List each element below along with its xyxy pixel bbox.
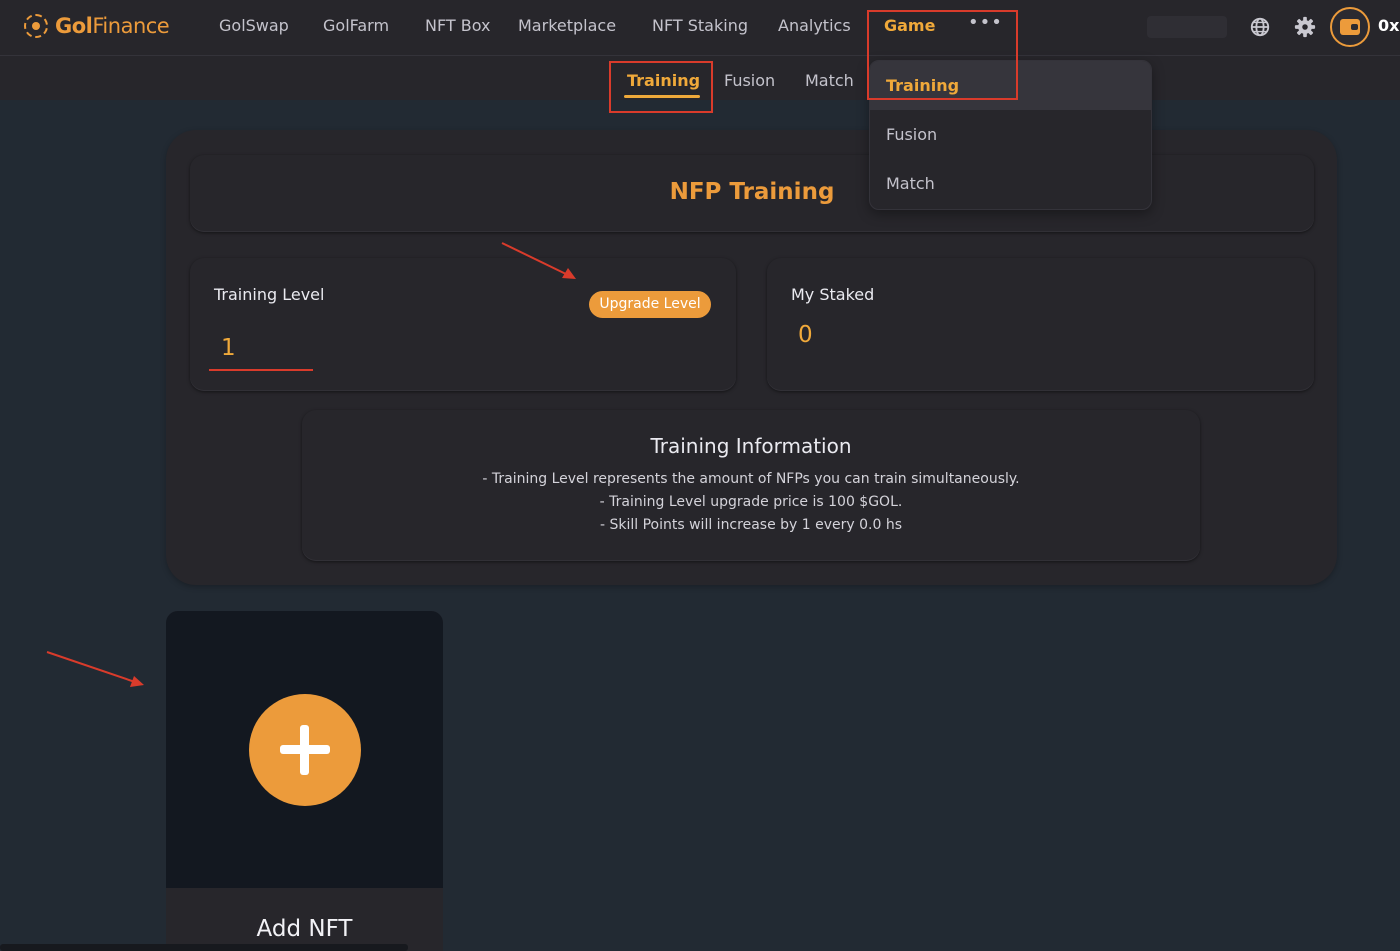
my-staked-value: 0 bbox=[798, 322, 813, 348]
brand-name: GolFinance bbox=[55, 14, 170, 38]
annotation-box-game-menu bbox=[867, 10, 1018, 100]
my-staked-card: My Staked 0 bbox=[767, 258, 1314, 391]
horizontal-scrollbar[interactable] bbox=[0, 944, 408, 951]
nav-item-analytics[interactable]: Analytics bbox=[778, 16, 851, 35]
upgrade-level-button[interactable]: Upgrade Level bbox=[589, 291, 711, 318]
gear-icon[interactable] bbox=[1294, 16, 1316, 38]
training-info-card: Training Information - Training Level re… bbox=[302, 410, 1200, 561]
tab-fusion[interactable]: Fusion bbox=[724, 71, 775, 90]
nav-item-golswap[interactable]: GolSwap bbox=[219, 16, 289, 35]
wallet-address[interactable]: 0x bbox=[1378, 16, 1399, 35]
logo[interactable]: GolFinance bbox=[24, 14, 170, 38]
annotation-box-training-tab bbox=[609, 61, 713, 113]
tab-match[interactable]: Match bbox=[805, 71, 854, 90]
add-nft-label: Add NFT bbox=[256, 916, 353, 942]
training-level-label: Training Level bbox=[214, 285, 325, 304]
annotation-arrow-add-nft bbox=[46, 651, 144, 687]
nav-item-golfarm[interactable]: GolFarm bbox=[323, 16, 389, 35]
info-line: - Skill Points will increase by 1 every … bbox=[599, 517, 902, 533]
info-line: - Training Level represents the amount o… bbox=[482, 471, 1020, 487]
training-level-value: 1 bbox=[221, 335, 236, 361]
my-staked-label: My Staked bbox=[791, 285, 875, 304]
add-nft-card[interactable]: Add NFT bbox=[166, 611, 443, 951]
wallet-icon bbox=[1340, 19, 1360, 35]
globe-icon[interactable] bbox=[1249, 16, 1271, 38]
wallet-button[interactable] bbox=[1330, 7, 1370, 47]
annotation-underline-level bbox=[209, 369, 313, 371]
logo-icon bbox=[24, 14, 48, 38]
dropdown-item-fusion[interactable]: Fusion bbox=[870, 110, 1151, 159]
plus-icon[interactable] bbox=[249, 694, 361, 806]
training-level-card: Training Level 1 Upgrade Level bbox=[190, 258, 736, 391]
nav-item-nft-staking[interactable]: NFT Staking bbox=[652, 16, 748, 35]
nav-item-nft-box[interactable]: NFT Box bbox=[425, 16, 491, 35]
dropdown-item-match[interactable]: Match bbox=[870, 159, 1151, 208]
info-line: - Training Level upgrade price is 100 $G… bbox=[599, 494, 903, 510]
training-info-title: Training Information bbox=[650, 434, 852, 458]
top-navbar: GolFinance GolSwap GolFarm NFT Box Marke… bbox=[0, 0, 1400, 56]
add-nft-area bbox=[166, 611, 443, 888]
annotation-arrow-upgrade bbox=[501, 242, 576, 279]
search-placeholder-box[interactable] bbox=[1147, 16, 1227, 38]
nav-item-marketplace[interactable]: Marketplace bbox=[518, 16, 616, 35]
